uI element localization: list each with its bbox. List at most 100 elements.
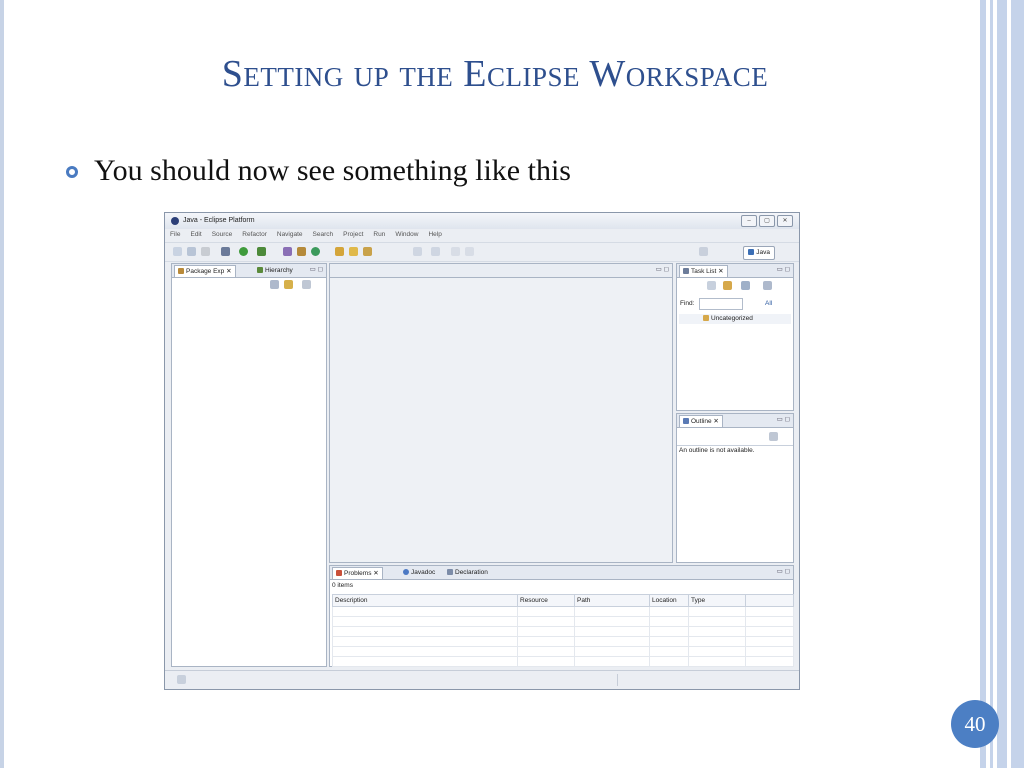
tab-outline[interactable]: Outline ✕ — [679, 415, 723, 427]
new-icon[interactable] — [173, 247, 182, 256]
find-label: Find: — [680, 300, 695, 307]
package-icon — [178, 268, 184, 275]
table-row — [332, 616, 794, 627]
new-package-icon[interactable] — [297, 247, 306, 256]
menu-refactor[interactable]: Refactor — [237, 229, 272, 241]
table-row — [332, 626, 794, 637]
declaration-icon — [447, 569, 453, 576]
maximize-button[interactable]: ▢ — [759, 215, 775, 227]
column-type[interactable]: Type — [688, 594, 746, 607]
slide-title: Setting up the Eclipse Workspace — [221, 53, 769, 95]
back-icon[interactable] — [451, 247, 460, 256]
print-icon[interactable] — [201, 247, 210, 256]
menu-file[interactable]: File — [165, 229, 185, 241]
tab-label: Javadoc — [411, 569, 436, 576]
problems-count: 0 items — [332, 582, 353, 589]
column-location[interactable]: Location — [649, 594, 689, 607]
task-list-view: Task List ✕ ▭ ◻ Find: All Uncategorized — [676, 263, 794, 411]
page-number-badge: 40 — [951, 700, 999, 748]
close-icon[interactable]: ✕ — [718, 268, 723, 275]
folder-icon — [703, 315, 709, 322]
view-menu-icon[interactable] — [302, 280, 311, 289]
back-icon[interactable] — [413, 247, 422, 256]
debug-icon[interactable] — [221, 247, 230, 256]
column-resource[interactable]: Resource — [517, 594, 575, 607]
open-perspective-icon[interactable] — [699, 247, 708, 256]
tab-problems[interactable]: Problems ✕ — [332, 567, 383, 579]
tab-declaration[interactable]: Declaration — [444, 567, 491, 578]
package-explorer-view: Package Exp ✕ Hierarchy ▭ ◻ — [171, 263, 327, 667]
new-java-project-icon[interactable] — [283, 247, 292, 256]
outline-icon — [683, 418, 689, 425]
view-menu-icon[interactable] — [769, 432, 778, 441]
close-icon[interactable]: ✕ — [226, 268, 231, 275]
view-minmax-icons[interactable]: ▭ ◻ — [777, 265, 790, 273]
all-link[interactable]: All — [765, 300, 772, 307]
search-icon[interactable] — [349, 247, 358, 256]
external-tools-icon[interactable] — [257, 247, 266, 256]
editor-area: ▭ ◻ — [329, 263, 673, 563]
column-description[interactable]: Description — [332, 594, 518, 607]
view-minmax-icons[interactable]: ▭ ◻ — [310, 265, 323, 273]
task-list-icon — [683, 268, 689, 275]
open-perspective-icon[interactable] — [363, 247, 372, 256]
window-titlebar: Java - Eclipse Platform – ▢ ✕ — [165, 213, 799, 229]
table-header-row: Description Resource Path Location Type — [332, 594, 794, 607]
tab-hierarchy[interactable]: Hierarchy — [254, 265, 296, 276]
menu-window[interactable]: Window — [390, 229, 423, 241]
main-toolbar: Java — [165, 242, 799, 262]
menu-source[interactable]: Source — [207, 229, 238, 241]
problems-table: Description Resource Path Location Type — [332, 594, 794, 667]
problems-view: Problems ✕ Javadoc Declaration ▭ ◻ 0 ite… — [329, 565, 794, 667]
table-row — [332, 636, 794, 647]
new-category-icon[interactable] — [723, 281, 732, 290]
outline-view: Outline ✕ ▭ ◻ An outline is not availabl… — [676, 413, 794, 563]
filter-icon[interactable] — [741, 281, 750, 290]
tab-label: Hierarchy — [265, 267, 293, 274]
close-icon[interactable]: ✕ — [713, 418, 718, 425]
eclipse-window: Java - Eclipse Platform – ▢ ✕ File Edit … — [164, 212, 800, 690]
table-row — [332, 646, 794, 657]
forward-icon[interactable] — [465, 247, 474, 256]
perspective-label: Java — [756, 249, 770, 256]
close-icon[interactable]: ✕ — [373, 570, 378, 577]
forward-icon[interactable] — [431, 247, 440, 256]
save-icon[interactable] — [187, 247, 196, 256]
new-class-icon[interactable] — [311, 247, 320, 256]
tab-label: Problems — [344, 570, 372, 577]
tab-javadoc[interactable]: Javadoc — [400, 567, 438, 578]
status-bar — [165, 670, 799, 689]
run-icon[interactable] — [239, 247, 248, 256]
tab-label: Task List — [691, 268, 717, 275]
menu-navigate[interactable]: Navigate — [272, 229, 308, 241]
menu-search[interactable]: Search — [308, 229, 339, 241]
outline-message: An outline is not available. — [679, 447, 755, 454]
editor-minmax-icons[interactable]: ▭ ◻ — [656, 265, 669, 273]
column-path[interactable]: Path — [574, 594, 650, 607]
new-task-icon[interactable] — [707, 281, 716, 290]
category-row[interactable]: Uncategorized — [679, 314, 791, 324]
javadoc-icon — [403, 569, 409, 576]
collapse-all-icon[interactable] — [270, 280, 279, 289]
menu-project[interactable]: Project — [338, 229, 368, 241]
link-editor-icon[interactable] — [284, 280, 293, 289]
view-minmax-icons[interactable]: ▭ ◻ — [777, 415, 790, 423]
close-button[interactable]: ✕ — [777, 215, 793, 227]
collapse-all-icon[interactable] — [763, 281, 772, 290]
java-perspective-icon — [748, 249, 755, 256]
tab-task-list[interactable]: Task List ✕ — [679, 265, 728, 277]
menu-help[interactable]: Help — [423, 229, 446, 241]
category-label: Uncategorized — [711, 315, 753, 322]
minimize-button[interactable]: – — [741, 215, 757, 227]
open-type-icon[interactable] — [335, 247, 344, 256]
find-input[interactable] — [699, 298, 743, 310]
fast-view-icon[interactable] — [177, 675, 186, 684]
view-minmax-icons[interactable]: ▭ ◻ — [777, 567, 790, 575]
bullet-text: You should now see something like this — [94, 154, 571, 187]
tab-label: Outline — [691, 418, 712, 425]
java-perspective-button[interactable]: Java — [743, 246, 775, 260]
tab-label: Declaration — [455, 569, 488, 576]
menu-edit[interactable]: Edit — [185, 229, 206, 241]
menu-run[interactable]: Run — [368, 229, 390, 241]
tab-package-explorer[interactable]: Package Exp ✕ — [174, 265, 236, 277]
